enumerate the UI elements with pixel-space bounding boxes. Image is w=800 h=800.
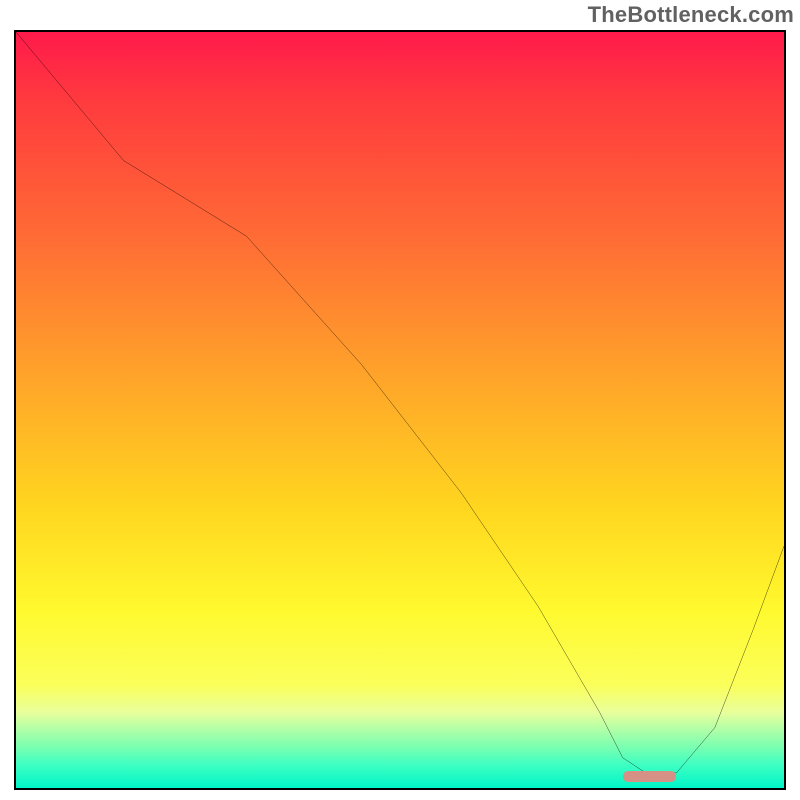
bottleneck-curve bbox=[16, 32, 784, 788]
chart-frame bbox=[14, 30, 786, 790]
optimal-range-marker bbox=[623, 771, 677, 782]
watermark-text: TheBottleneck.com bbox=[588, 2, 794, 28]
chart-plot-area bbox=[16, 32, 784, 788]
page: TheBottleneck.com bbox=[0, 0, 800, 800]
curve-path bbox=[16, 32, 784, 773]
